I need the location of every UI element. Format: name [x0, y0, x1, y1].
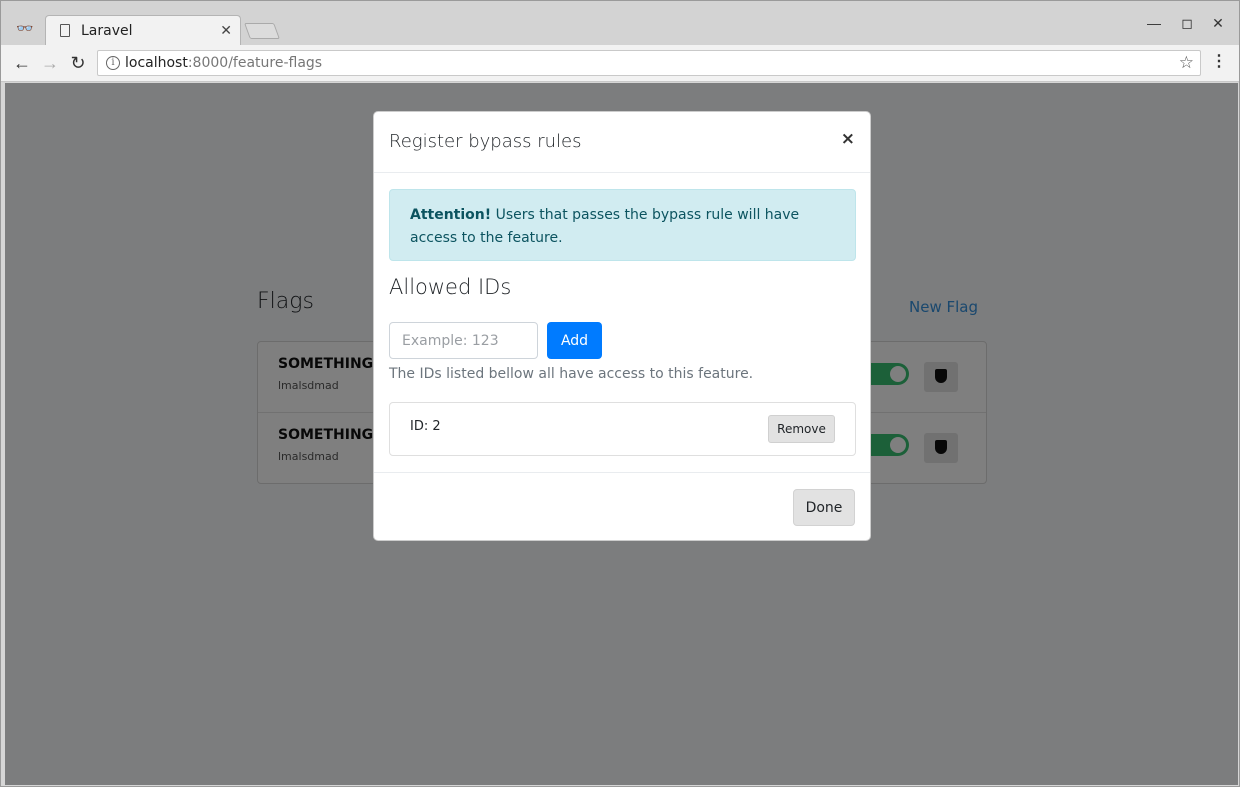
forward-icon[interactable]: →	[39, 53, 61, 73]
modal-footer: Done	[374, 472, 870, 541]
allowed-ids-heading: Allowed IDs	[389, 275, 512, 299]
reload-icon[interactable]: ↻	[67, 53, 89, 73]
tab-close-icon[interactable]: ✕	[220, 22, 232, 39]
browser-menu-icon[interactable]: ⋮	[1211, 54, 1227, 70]
done-button[interactable]: Done	[793, 489, 855, 526]
alert-strong: Attention!	[410, 207, 492, 223]
page-icon	[60, 24, 70, 37]
close-window-icon[interactable]: ✕	[1208, 15, 1228, 32]
new-tab-button[interactable]	[244, 23, 280, 39]
browser-tab[interactable]: Laravel ✕	[45, 15, 241, 46]
bookmark-star-icon[interactable]: ☆	[1179, 53, 1194, 73]
minimize-icon[interactable]: —	[1144, 15, 1164, 31]
help-text: The IDs listed bellow all have access to…	[389, 366, 754, 382]
browser-window: 👓 Laravel ✕ — ◻ ✕ ← → ↻ i localhost:8000…	[0, 0, 1240, 787]
id-label: ID: 2	[410, 419, 441, 434]
url-text[interactable]: localhost:8000/feature-flags	[125, 55, 322, 71]
modal-title: Register bypass rules	[389, 131, 582, 152]
bypass-rules-modal: Register bypass rules × Attention! Users…	[373, 111, 871, 541]
info-icon[interactable]: i	[106, 56, 120, 70]
tab-title: Laravel	[81, 23, 133, 39]
id-input[interactable]	[389, 322, 538, 359]
id-list-item: ID: 2 Remove	[389, 402, 856, 456]
modal-header: Register bypass rules ×	[374, 112, 870, 173]
browser-toolbar: ← → ↻ i localhost:8000/feature-flags ☆ ⋮	[1, 45, 1239, 82]
url-path: :8000/feature-flags	[187, 55, 323, 71]
close-icon[interactable]: ×	[841, 129, 855, 149]
tab-bar: 👓 Laravel ✕ — ◻ ✕	[1, 1, 1239, 46]
attention-alert: Attention! Users that passes the bypass …	[389, 189, 856, 261]
page-viewport: Flags New Flag SOMETHING lmalsdmad SOMET…	[5, 83, 1238, 785]
incognito-icon: 👓	[16, 20, 34, 36]
remove-button[interactable]: Remove	[768, 415, 835, 443]
address-bar[interactable]: i localhost:8000/feature-flags ☆	[97, 50, 1201, 76]
url-host: localhost	[125, 55, 188, 71]
back-icon[interactable]: ←	[11, 53, 33, 73]
maximize-icon[interactable]: ◻	[1177, 15, 1197, 32]
add-button[interactable]: Add	[547, 322, 602, 359]
